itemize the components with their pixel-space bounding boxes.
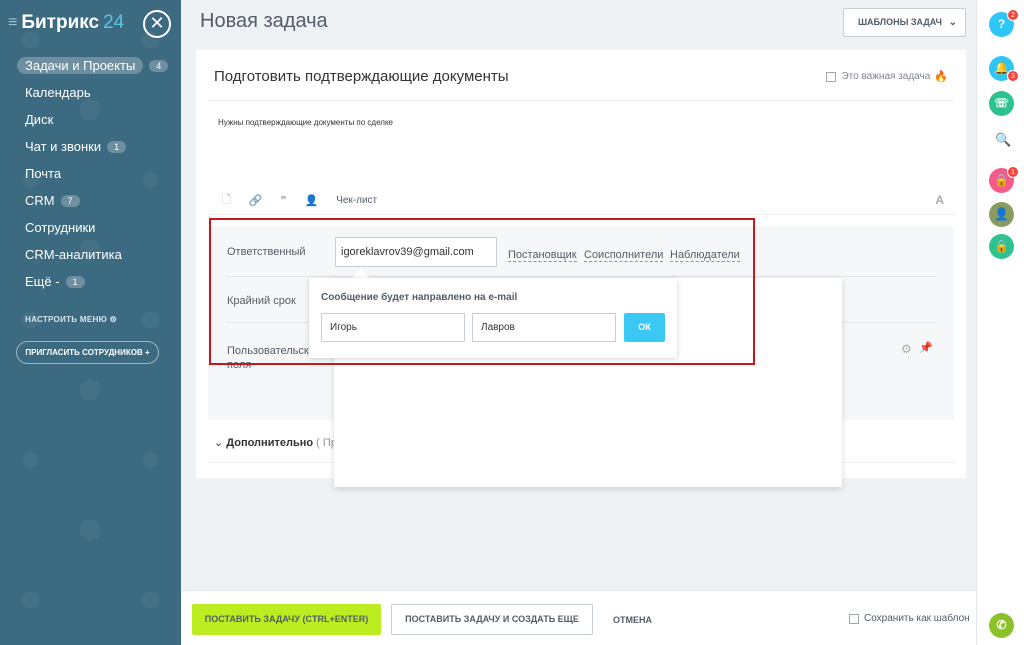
flame-icon: 🔥 — [934, 71, 948, 83]
quote-icon[interactable]: ❞ — [281, 194, 287, 207]
gear-icon: ⚙ — [109, 315, 118, 324]
save-as-template-checkbox[interactable]: Сохранить как шаблон — [849, 613, 970, 624]
highlight-frame — [209, 218, 755, 365]
checklist-button[interactable]: Чек-лист — [336, 195, 377, 206]
open-lines-icon[interactable]: ☏ — [989, 91, 1014, 116]
sidebar-item-tasks[interactable]: Задачи и Проекты 4 — [0, 52, 181, 79]
sidebar-item-label: Сотрудники — [25, 220, 96, 235]
footer-bar: ПОСТАВИТЬ ЗАДАЧУ (CTRL+ENTER) ПОСТАВИТЬ … — [181, 590, 976, 645]
sidebar-item-mail[interactable]: Почта — [0, 160, 181, 187]
sidebar-item-label: CRM-аналитика — [25, 247, 122, 262]
invite-label: ПРИГЛАСИТЬ СОТРУДНИКОВ — [25, 348, 143, 357]
search-icon[interactable]: 🔍 — [995, 132, 1011, 148]
sidebar-item-label: Диск — [25, 112, 54, 127]
task-templates-button[interactable]: ШАБЛОНЫ ЗАДАЧ ⌄ — [843, 8, 966, 37]
sidebar-item-label: Ещё - — [25, 274, 60, 289]
sidebar-item-label: Календарь — [25, 85, 91, 100]
sidebar-item-employees[interactable]: Сотрудники — [0, 214, 181, 241]
sidebar: ≡ Битрикс 24 ✕ Задачи и Проекты 4 Календ… — [0, 0, 181, 645]
close-icon[interactable]: ✕ — [143, 10, 171, 38]
submit-task-button[interactable]: ПОСТАВИТЬ ЗАДАЧУ (CTRL+ENTER) — [192, 604, 381, 635]
attach-file-icon[interactable]: 🗋 — [222, 191, 231, 210]
link-icon[interactable]: 🔗 — [249, 194, 263, 207]
logo-number: 24 — [103, 12, 125, 33]
divider — [208, 214, 954, 215]
menu-icon[interactable]: ≡ — [8, 14, 17, 32]
sidebar-item-label: CRM — [25, 193, 55, 208]
important-label: Это важная задача — [841, 71, 931, 82]
sidebar-item-more[interactable]: Ещё - 1 — [0, 268, 181, 295]
sidebar-item-crm-analytics[interactable]: CRM-аналитика — [0, 241, 181, 268]
notification-badge: 3 — [1007, 70, 1019, 82]
logo-text: Битрикс — [21, 12, 100, 33]
gear-icon[interactable]: ⚙ — [901, 342, 912, 356]
configure-menu-link[interactable]: НАСТРОИТЬ МЕНЮ ⚙ — [25, 315, 117, 324]
help-badge: 2 — [1007, 9, 1019, 21]
sidebar-item-label: Задачи и Проекты — [17, 57, 144, 74]
text-format-icon[interactable]: A — [935, 193, 944, 207]
right-toolbar: ? 2 🔔 3 ☏ 🔍 🔒 1 👤 🔒 ✆ — [976, 0, 1024, 645]
sidebar-item-chat[interactable]: Чат и звонки 1 — [0, 133, 181, 160]
avatar[interactable]: 👤 — [989, 202, 1014, 227]
counter-badge: 7 — [60, 194, 80, 207]
invite-employees-button[interactable]: ПРИГЛАСИТЬ СОТРУДНИКОВ + — [16, 341, 159, 364]
save-template-label: Сохранить как шаблон — [864, 613, 970, 624]
divider — [208, 100, 954, 101]
phone-icon[interactable]: ✆ — [989, 613, 1014, 638]
counter-badge: 1 — [107, 140, 127, 153]
additional-label: Дополнительно — [226, 437, 314, 449]
chevron-down-icon: ⌄ — [214, 437, 227, 449]
mention-icon[interactable]: 👤 — [304, 194, 318, 207]
submit-and-create-button[interactable]: ПОСТАВИТЬ ЗАДАЧУ И СОЗДАТЬ ЕЩЕ — [391, 604, 593, 635]
pin-icon[interactable]: 📌 — [919, 341, 933, 354]
important-checkbox[interactable]: Это важная задача 🔥 — [826, 70, 948, 83]
sidebar-item-crm[interactable]: CRM 7 — [0, 187, 181, 214]
sidebar-item-label: Почта — [25, 166, 62, 181]
configure-menu-label: НАСТРОИТЬ МЕНЮ — [25, 315, 108, 324]
templates-label: ШАБЛОНЫ ЗАДАЧ — [858, 17, 942, 27]
task-title-input[interactable]: Подготовить подтверждающие документы — [214, 68, 509, 85]
cancel-button[interactable]: ОТМЕНА — [613, 615, 652, 625]
chevron-down-icon: ⌄ — [948, 17, 957, 28]
editor-toolbar: 🗋 🔗 ❞ 👤 Чек-лист — [222, 191, 395, 210]
lock-icon[interactable]: 🔒 — [989, 234, 1014, 259]
logo[interactable]: ≡ Битрикс 24 — [8, 12, 124, 34]
sidebar-menu: Задачи и Проекты 4 Календарь Диск Чат и … — [0, 52, 181, 295]
page-title: Новая задача — [200, 10, 328, 32]
sidebar-item-calendar[interactable]: Календарь — [0, 79, 181, 106]
plus-icon: + — [144, 348, 150, 357]
sidebar-item-label: Чат и звонки — [25, 139, 102, 154]
sidebar-item-disk[interactable]: Диск — [0, 106, 181, 133]
counter-badge: 4 — [149, 59, 169, 72]
additional-section-toggle[interactable]: ⌄ Дополнительно ( Пр — [214, 436, 337, 449]
checkbox-icon[interactable] — [826, 71, 837, 82]
description-editor[interactable]: Нужны подтверждающие документы по сделке — [218, 118, 393, 127]
checkbox-icon[interactable] — [849, 613, 859, 624]
counter-badge: 1 — [65, 275, 85, 288]
lock-badge: 1 — [1007, 166, 1019, 178]
